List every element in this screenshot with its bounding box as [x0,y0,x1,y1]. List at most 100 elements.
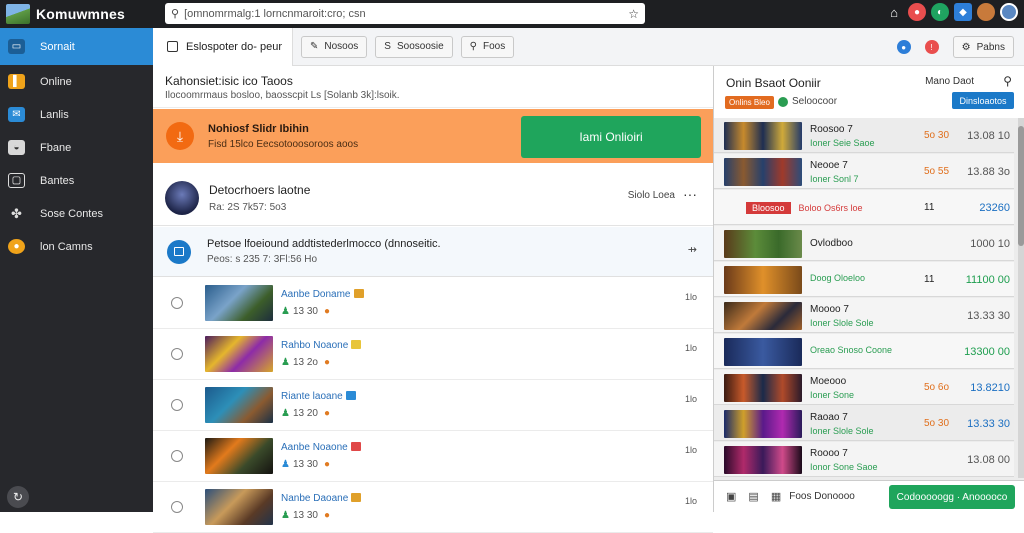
avatar-icon[interactable] [977,3,995,21]
list-item-text: Riante laoane ♟ 13 20 ● [281,391,356,419]
store-row[interactable]: Ovlodboo 1000 10 [714,226,1014,261]
select-radio[interactable] [171,348,183,360]
pabns-button[interactable]: ⚙ Pabns [952,36,1014,58]
store-item-value: 13.88 3o [967,166,1010,178]
list-item[interactable]: Aanbe Doname ♟ 13 30 ● 1lo [153,278,713,329]
tab-main[interactable]: Eslospoter do- peur [153,27,293,66]
store-row[interactable]: Moooo 7 Ioner Slole Sole 13.33 30 [714,298,1014,333]
game-thumbnail [724,266,802,294]
toolbar-button-0[interactable]: ✎ Nosoos [301,35,368,58]
notice-text: Petsoe lfoeiound addtistederlmocco (dnno… [207,238,441,265]
tag-icon [351,493,362,502]
store-row[interactable]: Oreao Snoso Coone 13300 00 [714,334,1014,369]
mail-icon: ✉ [8,107,25,122]
image-icon[interactable]: ▤ [748,490,758,503]
home-icon[interactable]: ⌂ [885,3,903,21]
sidebar: ▭ Sornait ▌ Online ✉ Lanlis ◒ Fbane ▢ Ba… [0,28,153,512]
game-thumbnail [724,230,802,258]
alert-icon[interactable]: ! [924,40,939,54]
notice-item[interactable]: Petsoe lfoeiound addtistederlmocco (dnno… [153,227,713,277]
store-row[interactable]: Moeooo Ioner Sone 5o 6o 13.8210 [714,370,1014,405]
sidebar-item-4[interactable]: ▢ Bantes [0,164,153,197]
app-logo[interactable]: Komuwmnes [0,4,153,24]
select-radio[interactable] [171,297,183,309]
sidebar-item-1[interactable]: ▌ Online [0,65,153,98]
notice-title: Petsoe lfoeiound addtistederlmocco (dnno… [207,238,441,250]
game-title: Nanbe Daoane [281,493,349,504]
more-icon[interactable]: ··· [683,186,697,202]
list-item[interactable]: Rahbo Noaone ♟ 13 2o ● 1lo [153,329,713,380]
game-size: 1lo [684,394,697,404]
grid-icon[interactable]: ▦ [771,490,781,503]
settings-icon[interactable]: ↻ [7,486,29,508]
toolbar-button-label: Soosoosie [396,41,444,52]
store-item-qty: 11 [924,202,935,213]
store-row[interactable]: Roosoo 7 Ioner Seie Saoe 5o 30 13.08 10 [714,118,1014,153]
friends-icon[interactable]: ◐ [931,3,949,21]
footer-text: Foos Donoooo [789,491,855,502]
sidebar-item-0[interactable]: ▭ Sornait [0,28,153,65]
news-right-label[interactable]: Siolo Loea [628,190,675,201]
store-row[interactable]: Doog Oloeloo 11 11100 00 [714,262,1014,297]
list-item[interactable]: Aanbe Noaone ♟ 13 30 ● 1lo [153,431,713,482]
store-item-value: 13.08 10 [967,130,1010,142]
banner-button[interactable]: Iami Onlioiri [521,116,701,158]
game-thumbnail [724,338,802,366]
game-title: Aanbe Doname [281,289,351,300]
chat-icon[interactable]: ● [896,40,911,54]
game-size: 1lo [684,496,697,506]
sidebar-item-3[interactable]: ◒ Fbane [0,131,153,164]
store-row[interactable]: Neooe 7 Ioner Sonl 7 5o 55 13.88 3o [714,154,1014,189]
store-panel: Onin Bsaot Ooniir Mano Daot ⚲ Onlins Ble… [713,66,1024,512]
toolbar: Eslospoter do- peur ✎ Nosoos S Soosoosie… [153,27,1024,66]
star-icon[interactable]: ☆ [628,7,639,21]
select-radio[interactable] [171,501,183,513]
banner-subtitle: Fisd 15lco Eecsotooosoroos aoos [208,138,359,150]
sidebar-item-6[interactable]: ● lon Camns [0,230,153,263]
store-scrollbar[interactable] [1018,118,1024,478]
store-row[interactable]: Bloosoo Boloo Os6rs loe 11 23260 [714,190,1014,225]
store-icon[interactable]: ◆ [954,3,972,21]
store-item-value: 13300 00 [964,346,1010,358]
store-item-title: Roooo 7 [810,448,848,459]
profile-avatar-icon[interactable] [1000,3,1018,21]
sidebar-item-label: Sose Contes [40,207,103,220]
store-item-sub: Ioner Seie Saoe [810,138,875,148]
toolbar-button-label: Foos [483,41,506,52]
sidebar-item-5[interactable]: ✤ Sose Contes [0,197,153,230]
store-item-value: 23260 [979,202,1010,214]
info-header: Kahonsiet:isic ico Taoos Ilocoomrmaus bo… [153,66,713,108]
expand-icon[interactable]: ⇸ [688,243,697,256]
list-item[interactable]: Nanbe Daoane ♟ 13 30 ● 1lo [153,482,713,533]
scroll-thumb[interactable] [1018,126,1024,246]
sidebar-item-2[interactable]: ✉ Lanlis [0,98,153,131]
search-input[interactable] [184,7,629,20]
list-item[interactable]: Riante laoane ♟ 13 20 ● 1lo [153,380,713,431]
store-item-sub: Ioner Slole Sole [810,426,874,436]
select-radio[interactable] [171,450,183,462]
game-thumbnail [724,302,802,330]
store-header-button[interactable]: Dinsloaotos [952,92,1014,109]
toolbar-button-1[interactable]: S Soosoosie [375,35,453,58]
news-text: Detocrhoers laotne Ra: 2S 7k57: 5o3 [209,183,310,213]
notification-icon[interactable]: ● [908,3,926,21]
toolbar-button-label: Nosoos [324,41,359,52]
select-radio[interactable] [171,399,183,411]
store-item-sub: Ioner Sone [810,390,855,400]
store-row[interactable]: Roooo 7 Ionor Sone Saoe 13.08 00 [714,442,1014,477]
gallery-icon[interactable]: ▣ [726,490,736,503]
toolbar-button-2[interactable]: ⚲ Foos [460,35,515,58]
news-item[interactable]: Detocrhoers laotne Ra: 2S 7k57: 5o3 Siol… [153,170,713,226]
store-row[interactable]: Raoao 7 Ioner Slole Sole 5o 30 13.33 30 [714,406,1014,441]
search-bar[interactable]: ⚲ ☆ [165,3,645,24]
filter-pill[interactable]: Onlins Bleo [725,96,774,109]
game-meta: 13 20 [292,408,318,419]
sidebar-item-label: lon Camns [40,240,93,253]
game-size: 1lo [684,292,697,302]
list-item-text: Aanbe Doname ♟ 13 30 ● [281,289,364,317]
tab-label: Eslospoter do- peur [186,40,282,53]
footer-button[interactable]: Codooooogg · Anooooco [889,485,1015,509]
search-icon[interactable]: ⚲ [1003,74,1012,88]
tag-icon [351,340,362,349]
game-thumbnail [724,122,802,150]
